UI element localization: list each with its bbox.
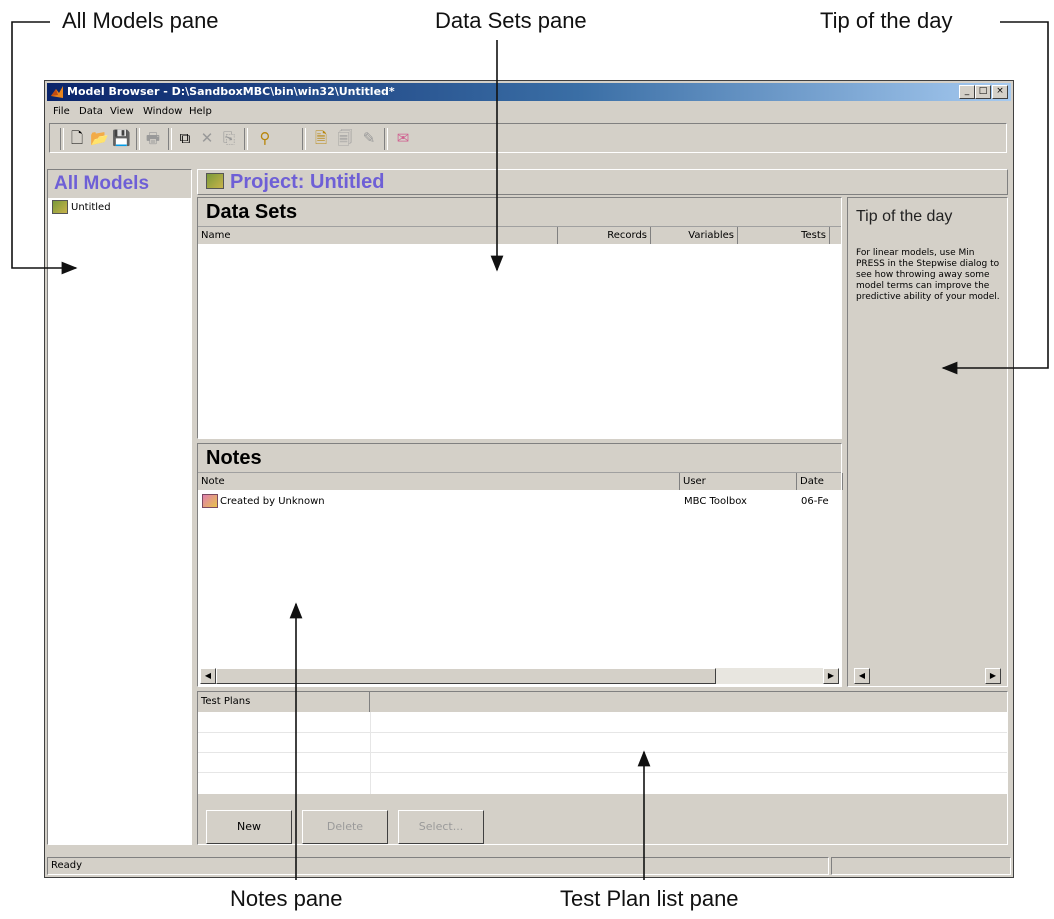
toolbar: 🗋 📂 💾 🖶 ⧉ ✕ ⎘ ⚲ 🗎 🗐 ✎ ✉ (49, 123, 1007, 153)
menu-view[interactable]: View (110, 106, 134, 117)
scroll-right-button[interactable]: ▶ (823, 668, 839, 684)
paste-icon[interactable]: ⎘ (220, 129, 238, 147)
status-bar: Ready (47, 857, 1011, 875)
tip-text: For linear models, use Min PRESS in the … (856, 248, 1000, 302)
matlab-logo-icon (51, 86, 63, 98)
column-tests[interactable]: Tests (738, 227, 830, 244)
edit-dataset-icon[interactable]: ✎ (360, 129, 378, 147)
grid-line (370, 712, 371, 794)
notes-pane: Notes Note User Date Created by Unknown … (197, 443, 843, 687)
tip-horizontal-scrollbar[interactable]: ◀ ▶ (850, 668, 1005, 684)
delete-icon[interactable]: ✕ (198, 129, 216, 147)
dataset-icon[interactable]: 🗎 (312, 129, 330, 147)
all-models-pane: All Models Untitled (47, 169, 192, 845)
note-date: 06-Fe (801, 496, 829, 507)
new-button[interactable]: New (206, 810, 292, 844)
close-button[interactable]: × (992, 85, 1008, 99)
test-plan-list-pane: Test Plans New Delete Select... (197, 691, 1008, 845)
notes-horizontal-scrollbar[interactable]: ◀ ▶ (200, 668, 839, 684)
note-text: Created by Unknown (220, 496, 325, 507)
test-plans-column-header: Test Plans (198, 692, 1007, 712)
title-bar[interactable]: Model Browser - D:\SandboxMBC\bin\win32\… (47, 83, 1011, 101)
column-variables[interactable]: Variables (651, 227, 738, 244)
note-user: MBC Toolbox (684, 496, 747, 507)
data-sets-column-header: Name Records Variables Tests (198, 227, 841, 244)
tree-item-label: Untitled (71, 202, 111, 213)
callout-data-sets: Data Sets pane (435, 8, 587, 33)
scroll-right-button[interactable]: ▶ (985, 668, 1001, 684)
select-button[interactable]: Select... (398, 810, 484, 844)
copy-icon[interactable]: ⧉ (176, 129, 194, 147)
callout-tip: Tip of the day (820, 8, 953, 33)
menu-bar: File Data View Window Help (47, 103, 1011, 121)
grid-line (198, 752, 1007, 753)
print-icon[interactable]: 🖶 (144, 129, 162, 147)
menu-window[interactable]: Window (143, 106, 182, 117)
callout-test-plan: Test Plan list pane (560, 886, 739, 911)
menu-data[interactable]: Data (79, 106, 103, 117)
maximize-button[interactable]: □ (975, 85, 991, 99)
notes-title: Notes (198, 444, 841, 473)
open-folder-icon[interactable]: 📂 (90, 129, 109, 147)
column-date[interactable]: Date (797, 473, 843, 490)
project-title: Project: Untitled (230, 171, 385, 193)
grid-line (198, 732, 1007, 733)
tree-item-untitled[interactable]: Untitled (52, 200, 111, 214)
column-name[interactable]: Name (198, 227, 558, 244)
project-icon (52, 200, 68, 214)
scroll-left-button[interactable]: ◀ (854, 668, 870, 684)
note-row[interactable]: Created by Unknown (202, 494, 325, 508)
minimize-button[interactable]: _ (959, 85, 975, 99)
help-icon[interactable]: ⚲ (256, 129, 274, 147)
status-text: Ready (47, 857, 829, 875)
tip-of-the-day-pane: Tip of the day For linear models, use Mi… (847, 197, 1008, 687)
menu-help[interactable]: Help (189, 106, 212, 117)
toolbar-separator (168, 128, 172, 150)
window-title: Model Browser - D:\SandboxMBC\bin\win32\… (67, 85, 395, 98)
save-icon[interactable]: 💾 (112, 129, 131, 147)
new-file-icon[interactable]: 🗋 (68, 129, 86, 147)
menu-file[interactable]: File (53, 106, 70, 117)
test-plans-list[interactable] (198, 712, 1007, 794)
delete-button[interactable]: Delete (302, 810, 388, 844)
column-note[interactable]: Note (198, 473, 680, 490)
callout-notes: Notes pane (230, 886, 343, 911)
project-icon (206, 173, 224, 189)
grid-line (198, 772, 1007, 773)
note-icon (202, 494, 218, 508)
data-sets-title: Data Sets (198, 198, 841, 227)
scroll-left-button[interactable]: ◀ (200, 668, 216, 684)
column-test-plans[interactable]: Test Plans (198, 692, 370, 712)
callout-all-models: All Models pane (62, 8, 219, 33)
toolbar-separator (244, 128, 248, 150)
toolbar-separator (302, 128, 306, 150)
toolbar-separator (384, 128, 388, 150)
project-header: Project: Untitled (197, 169, 1008, 195)
status-cell-empty (831, 857, 1011, 875)
model-browser-window: Model Browser - D:\SandboxMBC\bin\win32\… (44, 80, 1014, 878)
column-user[interactable]: User (680, 473, 797, 490)
toolbar-separator (136, 128, 140, 150)
copy-dataset-icon[interactable]: 🗐 (336, 129, 354, 147)
all-models-header: All Models (48, 170, 191, 198)
notes-column-header: Note User Date (198, 473, 843, 490)
tip-title: Tip of the day (856, 208, 953, 225)
notes-icon[interactable]: ✉ (394, 129, 412, 147)
data-sets-pane: Data Sets Name Records Variables Tests (197, 197, 842, 439)
column-records[interactable]: Records (558, 227, 651, 244)
scroll-thumb[interactable] (216, 668, 716, 684)
toolbar-separator (60, 128, 64, 150)
